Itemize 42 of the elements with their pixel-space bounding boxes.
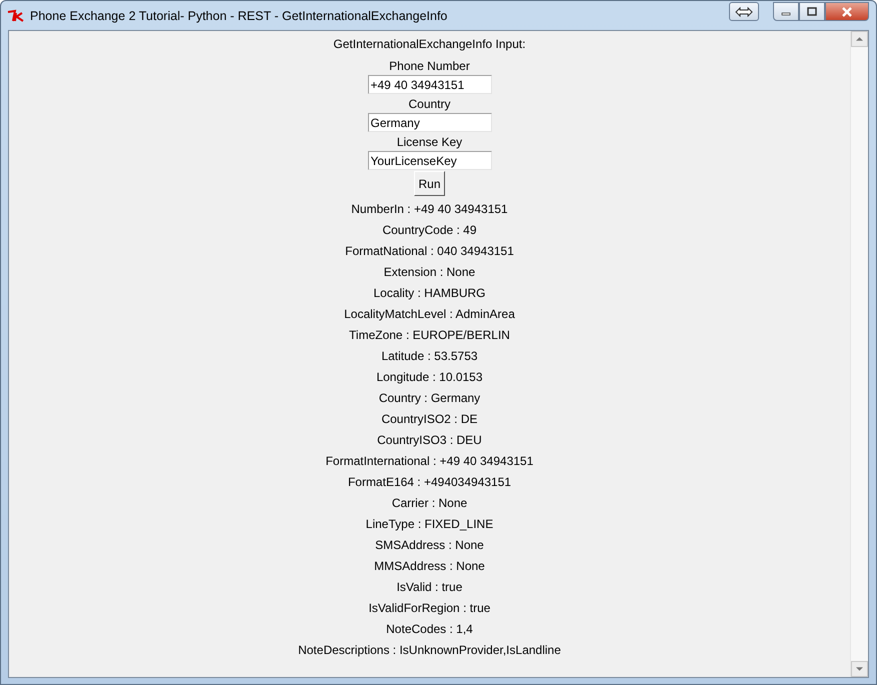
field-label: License Key xyxy=(396,134,462,151)
result-line: NumberIn : +49 40 34943151 xyxy=(351,201,508,218)
resize-button[interactable] xyxy=(729,2,759,21)
result-line: Locality : HAMBURG xyxy=(373,285,486,302)
result-line: FormatE164 : +494034943151 xyxy=(348,474,512,491)
input-field[interactable]: Germany xyxy=(368,113,492,132)
result-line: IsValidForRegion : true xyxy=(368,600,490,617)
result-line: Latitude : 53.5753 xyxy=(381,348,478,365)
result-line: NoteCodes : 1,4 xyxy=(386,621,473,638)
result-line: CountryISO3 : DEU xyxy=(377,432,482,449)
result-line: Country : Germany xyxy=(378,390,480,407)
input-field[interactable]: YourLicenseKey xyxy=(368,151,492,170)
feather-icon xyxy=(7,8,25,22)
result-line: FormatInternational : +49 40 34943151 xyxy=(326,453,534,470)
scrollbar[interactable] xyxy=(850,31,868,677)
run-button[interactable]: Run xyxy=(414,171,445,196)
form-heading: GetInternationalExchangeInfo Input: xyxy=(333,36,526,53)
close-icon xyxy=(841,6,853,16)
input-field[interactable]: +49 40 34943151 xyxy=(368,75,492,94)
window-title: Phone Exchange 2 Tutorial- Python - REST - GetInternationalExchangeInfo xyxy=(30,8,448,22)
minimize-button[interactable] xyxy=(773,2,799,21)
result-line: CountryISO2 : DE xyxy=(381,411,478,428)
result-line: Extension : None xyxy=(384,264,476,281)
maximize-icon xyxy=(807,7,817,16)
result-line: LineType : FIXED_LINE xyxy=(366,516,494,533)
result-line: CountryCode : 49 xyxy=(382,222,477,239)
result-line: NoteDescriptions : IsUnknownProvider,IsLandline xyxy=(298,642,561,659)
result-line: SMSAddress : None xyxy=(375,537,484,554)
scroll-down-icon[interactable] xyxy=(851,661,868,677)
result-line: FormatNational : 040 34943151 xyxy=(345,243,514,260)
field-label: Country xyxy=(408,96,451,113)
result-line: IsValid : true xyxy=(396,579,462,596)
field-label: Phone Number xyxy=(389,58,470,75)
maximize-button[interactable] xyxy=(799,2,825,21)
double-arrow-icon xyxy=(735,6,753,16)
result-line: Longitude : 10.0153 xyxy=(376,369,483,386)
scroll-up-icon[interactable] xyxy=(851,31,868,47)
result-line: MMSAddress : None xyxy=(374,558,485,575)
result-line: TimeZone : EUROPE/BERLIN xyxy=(349,327,510,344)
result-line: Carrier : None xyxy=(392,495,468,512)
result-line: LocalityMatchLevel : AdminArea xyxy=(344,306,515,323)
close-button[interactable] xyxy=(825,2,869,21)
